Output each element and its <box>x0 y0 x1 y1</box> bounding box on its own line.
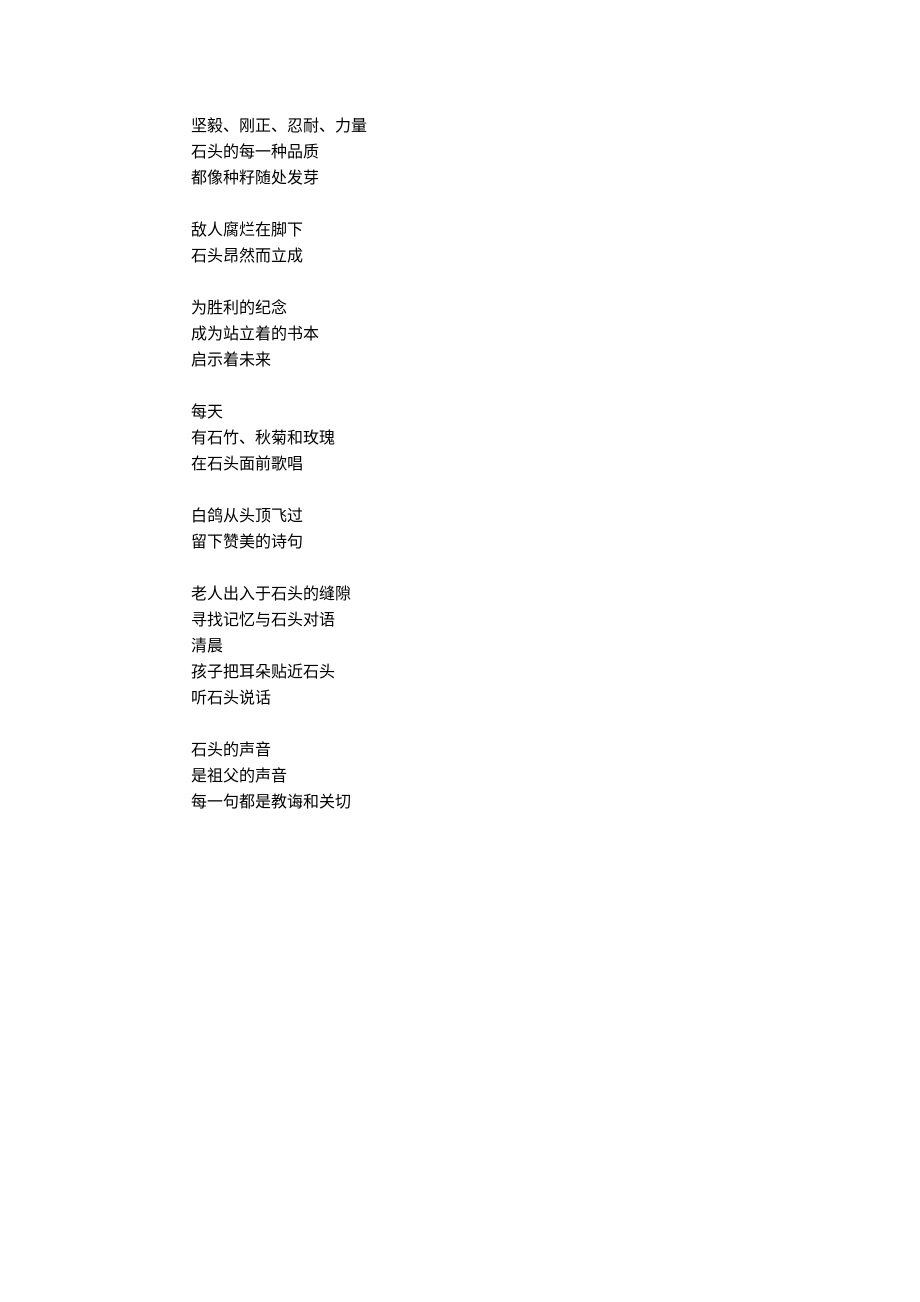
document-page: 坚毅、刚正、忍耐、力量 石头的每一种品质 都像种籽随处发芽 敌人腐烂在脚下 石头… <box>0 0 920 1302</box>
poem-line: 清晨 <box>191 634 920 660</box>
poem-line: 是祖父的声音 <box>191 764 920 790</box>
poem-line: 敌人腐烂在脚下 <box>191 218 920 244</box>
poem-line: 为胜利的纪念 <box>191 296 920 322</box>
poem-line: 留下赞美的诗句 <box>191 530 920 556</box>
poem-line: 石头的声音 <box>191 738 920 764</box>
poem-line: 听石头说话 <box>191 686 920 712</box>
stanza: 石头的声音 是祖父的声音 每一句都是教诲和关切 <box>191 738 920 816</box>
stanza: 白鸽从头顶飞过 留下赞美的诗句 <box>191 504 920 556</box>
poem-line: 都像种籽随处发芽 <box>191 166 920 192</box>
stanza: 敌人腐烂在脚下 石头昂然而立成 <box>191 218 920 270</box>
stanza: 每天 有石竹、秋菊和玫瑰 在石头面前歌唱 <box>191 400 920 478</box>
poem-line: 白鸽从头顶飞过 <box>191 504 920 530</box>
poem-line: 孩子把耳朵贴近石头 <box>191 660 920 686</box>
poem-line: 启示着未来 <box>191 348 920 374</box>
poem-line: 成为站立着的书本 <box>191 322 920 348</box>
poem-line: 老人出入于石头的缝隙 <box>191 582 920 608</box>
poem-line: 每一句都是教诲和关切 <box>191 790 920 816</box>
stanza: 老人出入于石头的缝隙 寻找记忆与石头对语 清晨 孩子把耳朵贴近石头 听石头说话 <box>191 582 920 712</box>
poem-line: 有石竹、秋菊和玫瑰 <box>191 426 920 452</box>
poem-line: 在石头面前歌唱 <box>191 452 920 478</box>
poem-line: 石头昂然而立成 <box>191 244 920 270</box>
stanza: 坚毅、刚正、忍耐、力量 石头的每一种品质 都像种籽随处发芽 <box>191 114 920 192</box>
poem-line: 坚毅、刚正、忍耐、力量 <box>191 114 920 140</box>
stanza: 为胜利的纪念 成为站立着的书本 启示着未来 <box>191 296 920 374</box>
poem-line: 每天 <box>191 400 920 426</box>
poem-line: 寻找记忆与石头对语 <box>191 608 920 634</box>
poem-line: 石头的每一种品质 <box>191 140 920 166</box>
